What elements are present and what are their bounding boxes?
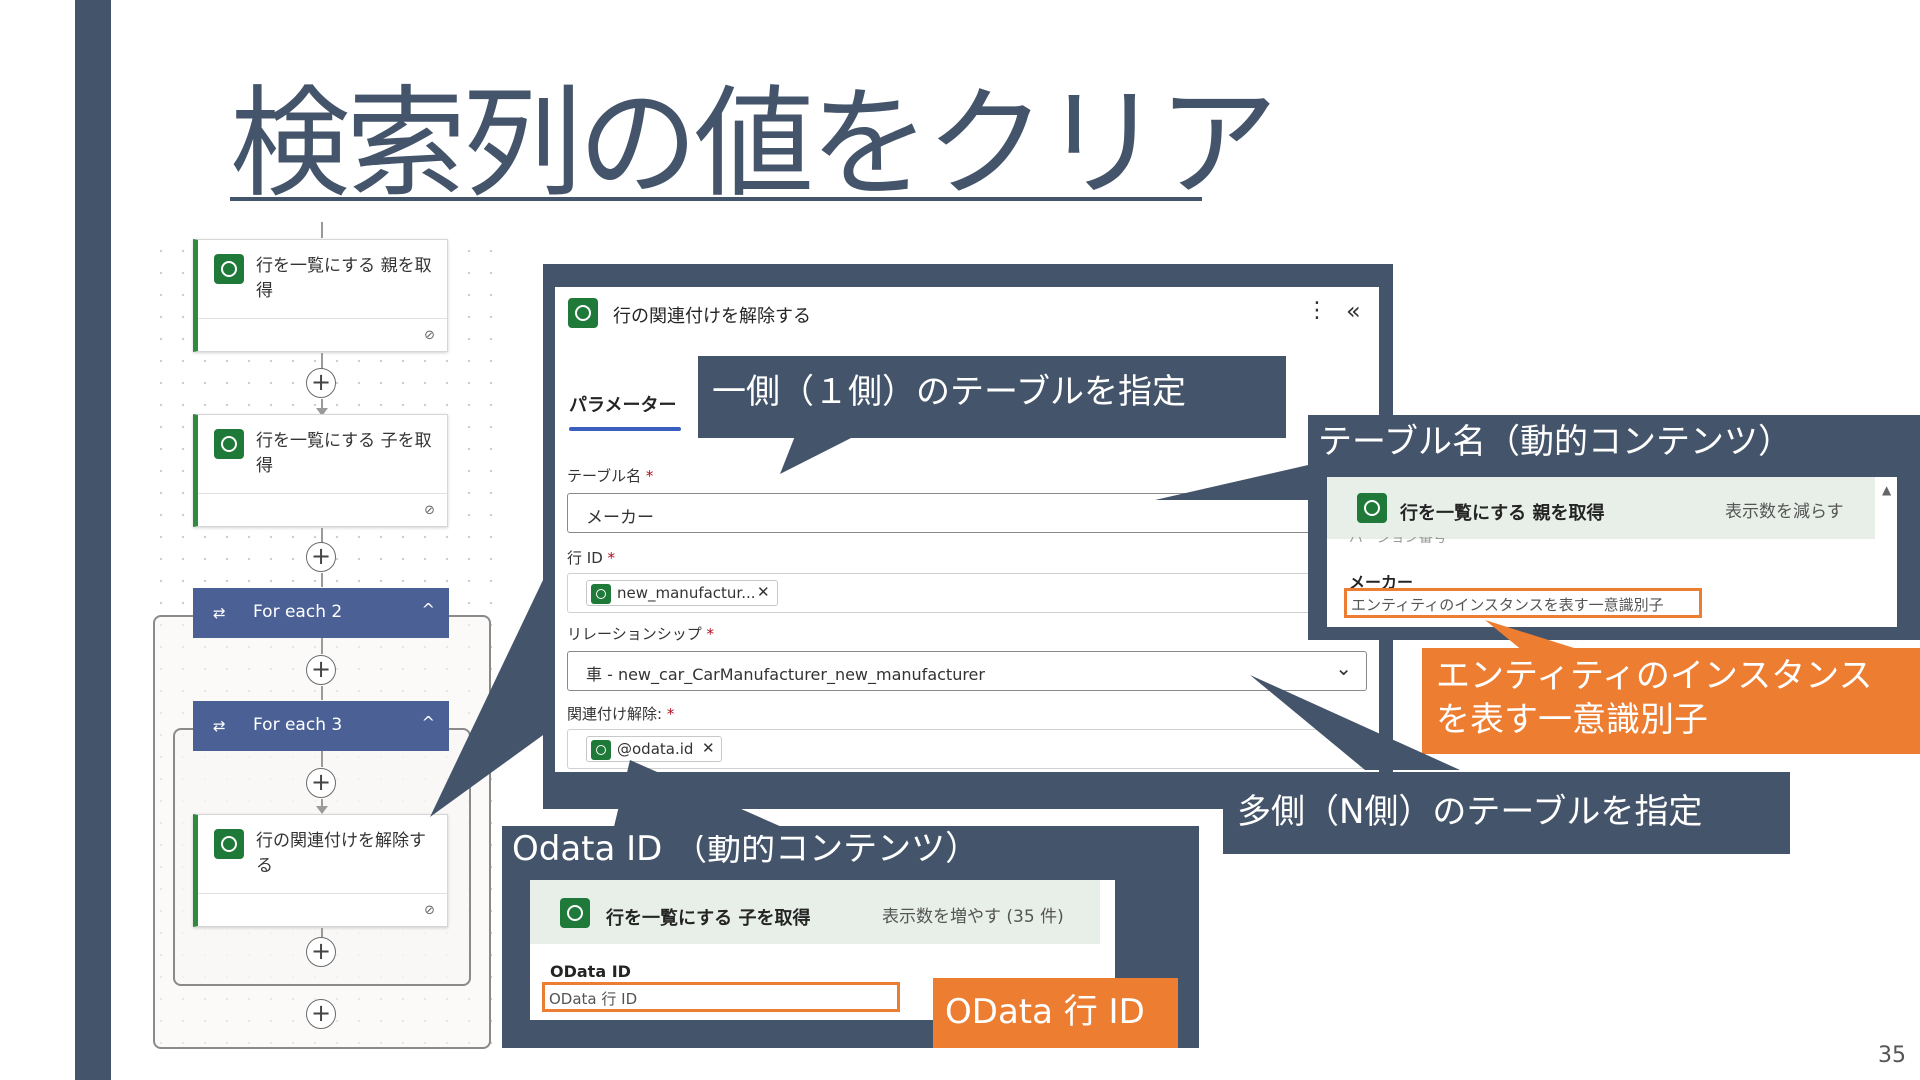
page-number: 35 — [1878, 1043, 1906, 1068]
dataverse-icon — [214, 429, 244, 459]
dataverse-icon — [1357, 493, 1387, 523]
foreach-label: For each 2 — [253, 602, 343, 622]
row-id-field[interactable]: new_manufactur... ✕ — [567, 573, 1367, 613]
callout-table-name: テーブル名（動的コンテンツ） — [1318, 422, 1792, 462]
add-step-button[interactable]: + — [306, 368, 336, 398]
flow-card-list-parent[interactable]: 行を一覧にする 親を取得 ⊘ — [193, 239, 448, 352]
flow-card-list-child[interactable]: 行を一覧にする 子を取得 ⊘ — [193, 414, 448, 527]
inset-header: 行を一覧にする 子を取得 表示数を増やす (35 件) — [530, 880, 1100, 944]
add-step-button[interactable]: + — [306, 937, 336, 967]
card-title: 行を一覧にする 子を取得 — [256, 431, 432, 476]
flow-card-disassociate[interactable]: 行の関連付けを解除する ⊘ — [193, 814, 448, 927]
dataverse-icon — [560, 898, 590, 928]
loop-icon: ⇄ — [213, 604, 226, 622]
highlight-odata-row-id: OData 行 ID — [542, 982, 900, 1012]
inset-parent-dynamic: 行を一覧にする 親を取得 表示数を減らす ▲ バージョン番号 メーカー エンティ… — [1327, 477, 1897, 627]
scroll-up-icon[interactable]: ▲ — [1882, 483, 1891, 497]
add-step-button[interactable]: + — [306, 768, 336, 798]
link-icon: ⊘ — [424, 328, 435, 343]
add-step-button[interactable]: + — [306, 542, 336, 572]
card-divider — [198, 493, 447, 494]
callout-pointer — [612, 760, 800, 835]
link-icon: ⊘ — [424, 903, 435, 918]
card-title: 行の関連付けを解除する — [256, 831, 426, 876]
callout-many-side: 多側（N側）のテーブルを指定 — [1223, 772, 1790, 854]
relationship-label: リレーションシップ * — [567, 625, 714, 643]
panel-title: 行の関連付けを解除する — [613, 306, 811, 327]
row-id-label: 行 ID * — [567, 549, 616, 567]
loop-icon: ⇄ — [213, 717, 226, 735]
remove-token-icon[interactable]: ✕ — [757, 583, 770, 601]
connector-line — [321, 751, 323, 767]
connector-line — [321, 686, 323, 700]
row-id-token[interactable]: new_manufactur... ✕ — [586, 580, 778, 606]
show-more-link[interactable]: 表示数を増やす (35 件) — [882, 902, 1064, 927]
panel-pointer — [430, 580, 550, 817]
callout-pointer — [1250, 675, 1460, 770]
connector-line — [321, 222, 323, 238]
connector-line — [321, 638, 323, 654]
card-title: 行を一覧にする 親を取得 — [256, 256, 432, 301]
add-step-button[interactable]: + — [306, 655, 336, 685]
faded-item: バージョン番号 — [1349, 537, 1447, 546]
more-options-icon[interactable]: ⋮ — [1306, 298, 1328, 323]
callout-entity-id: エンティティのインスタンス を表す一意識別子 — [1422, 648, 1920, 754]
dataverse-icon — [591, 584, 611, 604]
dataverse-icon — [568, 298, 598, 328]
callout-one-side: 一側（１側）のテーブルを指定 — [698, 356, 1286, 438]
show-less-link[interactable]: 表示数を減らす — [1725, 497, 1844, 522]
card-divider — [198, 893, 447, 894]
collapse-panel-icon[interactable]: « — [1346, 297, 1361, 325]
title-underline — [230, 197, 1202, 201]
callout-pointer — [780, 436, 855, 474]
inset-header: 行を一覧にする 親を取得 表示数を減らす — [1327, 477, 1875, 539]
foreach-label: For each 3 — [253, 715, 343, 735]
dataverse-icon — [214, 829, 244, 859]
highlight-entity-id: エンティティのインスタンスを表す一意識別子 — [1344, 588, 1702, 618]
card-divider — [198, 318, 447, 319]
link-icon: ⊘ — [424, 503, 435, 518]
dataverse-icon — [214, 254, 244, 284]
foreach3-header[interactable]: ⇄ For each 3 ^ — [193, 701, 449, 751]
left-accent-bar — [75, 0, 111, 1080]
slide-title: 検索列の値をクリア — [230, 75, 1278, 214]
add-step-button[interactable]: + — [306, 999, 336, 1029]
foreach2-header[interactable]: ⇄ For each 2 ^ — [193, 588, 449, 638]
connector-arrow-icon — [316, 806, 328, 814]
disassociate-label: 関連付け解除: * — [567, 705, 675, 723]
callout-odata-row-id: OData 行 ID — [933, 978, 1178, 1048]
tab-parameters[interactable]: パラメーター — [569, 391, 676, 417]
callout-pointer — [1155, 460, 1330, 500]
item-label: OData ID — [550, 962, 631, 981]
connector-line — [321, 573, 323, 587]
tab-underline — [569, 427, 681, 431]
table-name-label: テーブル名 * — [567, 467, 654, 485]
